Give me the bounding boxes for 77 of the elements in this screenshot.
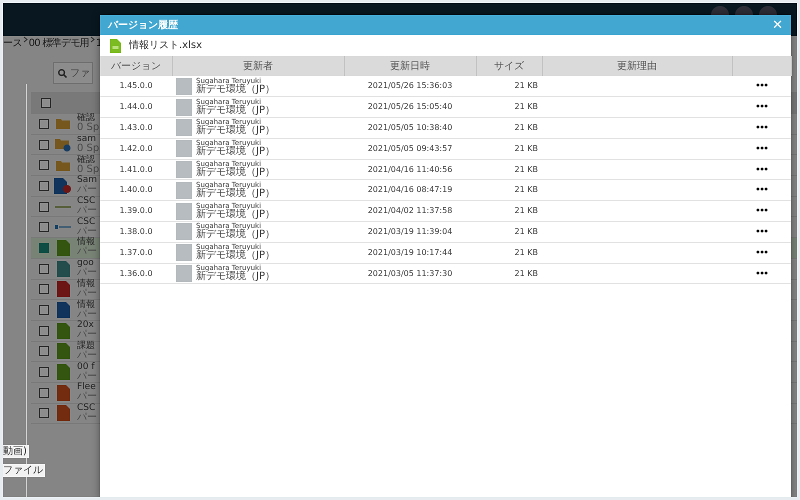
version-cell: 1.40.0.0 — [100, 180, 172, 201]
file-detail: パー — [77, 392, 97, 402]
user-organization: 新デモ環境（JP） — [196, 106, 275, 116]
user-organization: 新デモ環境（JP） — [196, 126, 275, 136]
file-name: sam — [77, 135, 96, 144]
file-detail: パー — [77, 412, 97, 423]
user-organization: 新デモ環境（JP） — [196, 251, 275, 262]
version-cell: 1.37.0.0 — [100, 242, 172, 264]
file-name: goo — [77, 259, 95, 268]
date-cell: 2021/03/19 11:39:04 — [344, 222, 476, 242]
file-name: Sam — [77, 176, 97, 186]
size-cell: 21 KB — [514, 81, 538, 90]
user-organization: 新デモ環境（JP） — [196, 168, 275, 178]
size-cell: 21 KB — [514, 206, 538, 216]
file-name: 情報リスト.xlsx — [129, 38, 202, 53]
file-detail: パー — [77, 206, 97, 216]
file-name: 課題 — [77, 342, 96, 351]
file-detail: パー — [77, 330, 97, 340]
file-detail: パー — [77, 247, 97, 258]
file-name: 20x — [77, 321, 95, 330]
version-cell: 1.41.0.0 — [100, 159, 172, 180]
column-header: 更新者 — [172, 56, 344, 76]
date-cell: 2021/04/02 11:37:58 — [344, 200, 476, 222]
date-cell: 2021/05/05 10:38:40 — [344, 118, 476, 138]
version-cell: 1.36.0.0 — [100, 263, 172, 284]
dialog-title: バージョン履歴 — [108, 18, 178, 32]
size-cell: 21 KB — [514, 185, 538, 194]
file-detail: パー — [77, 288, 97, 299]
size-cell: 21 KB — [514, 102, 538, 112]
date-cell: 2021/05/05 09:43:57 — [344, 138, 476, 160]
column-header: 更新理由 — [542, 56, 732, 76]
file-detail: 0 Sp — [77, 123, 100, 134]
version-cell: 1.45.0.0 — [100, 76, 172, 97]
date-cell: 2021/04/16 11:40:56 — [344, 159, 476, 180]
size-cell: 21 KB — [514, 122, 538, 132]
file-name: CSC — [77, 404, 96, 413]
file-name: 確認 — [77, 114, 95, 124]
date-cell: 2021/05/26 15:05:40 — [344, 96, 476, 118]
size-cell: 21 KB — [514, 268, 538, 278]
date-cell: 2021/05/26 15:36:03 — [344, 76, 476, 97]
version-cell: 1.44.0.0 — [100, 96, 172, 118]
user-organization: 新デモ環境（JP） — [196, 272, 275, 282]
file-name: CSC — [77, 218, 96, 227]
version-cell: 1.39.0.0 — [100, 200, 172, 222]
date-cell: 2021/03/19 10:17:44 — [344, 242, 476, 264]
date-cell: 2021/03/05 11:37:30 — [344, 263, 476, 284]
file-name: Flee — [77, 383, 97, 392]
file-name: 情報 — [77, 238, 96, 248]
date-cell: 2021/04/16 08:47:19 — [344, 180, 476, 201]
user-organization: 新デモ環境（JP） — [196, 147, 275, 158]
file-name: 00 f — [77, 362, 96, 372]
version-cell: 1.38.0.0 — [100, 222, 172, 242]
file-detail: パー — [77, 372, 97, 382]
user-organization: 新デモ環境（JP） — [196, 210, 275, 220]
size-cell: 21 KB — [514, 248, 538, 257]
file-detail: パー — [77, 350, 97, 361]
version-cell: 1.42.0.0 — [100, 138, 172, 160]
user-organization: 新デモ環境（JP） — [196, 188, 275, 199]
file-detail: パー — [77, 268, 97, 278]
user-organization: 新デモ環境（JP） — [196, 84, 275, 95]
column-header: バージョン — [100, 56, 172, 76]
file-detail: 0 Sp — [77, 164, 100, 175]
user-organization: 新デモ環境（JP） — [196, 230, 275, 240]
size-cell: 21 KB — [514, 226, 538, 236]
version-cell: 1.43.0.0 — [100, 118, 172, 138]
file-detail: パー — [77, 310, 97, 320]
file-detail: 0 Sp — [77, 144, 100, 154]
size-cell: 21 KB — [514, 144, 538, 153]
file-detail: パー — [77, 226, 97, 237]
file-name: 情報 — [77, 280, 96, 289]
file-name: 確認 — [77, 156, 95, 165]
file-detail: パー — [77, 185, 97, 196]
size-cell: 21 KB — [514, 164, 538, 174]
column-header: 更新日時 — [344, 56, 476, 76]
file-name: CSC — [77, 197, 96, 206]
file-name: 情報 — [77, 300, 96, 310]
column-header: サイズ — [476, 56, 542, 76]
